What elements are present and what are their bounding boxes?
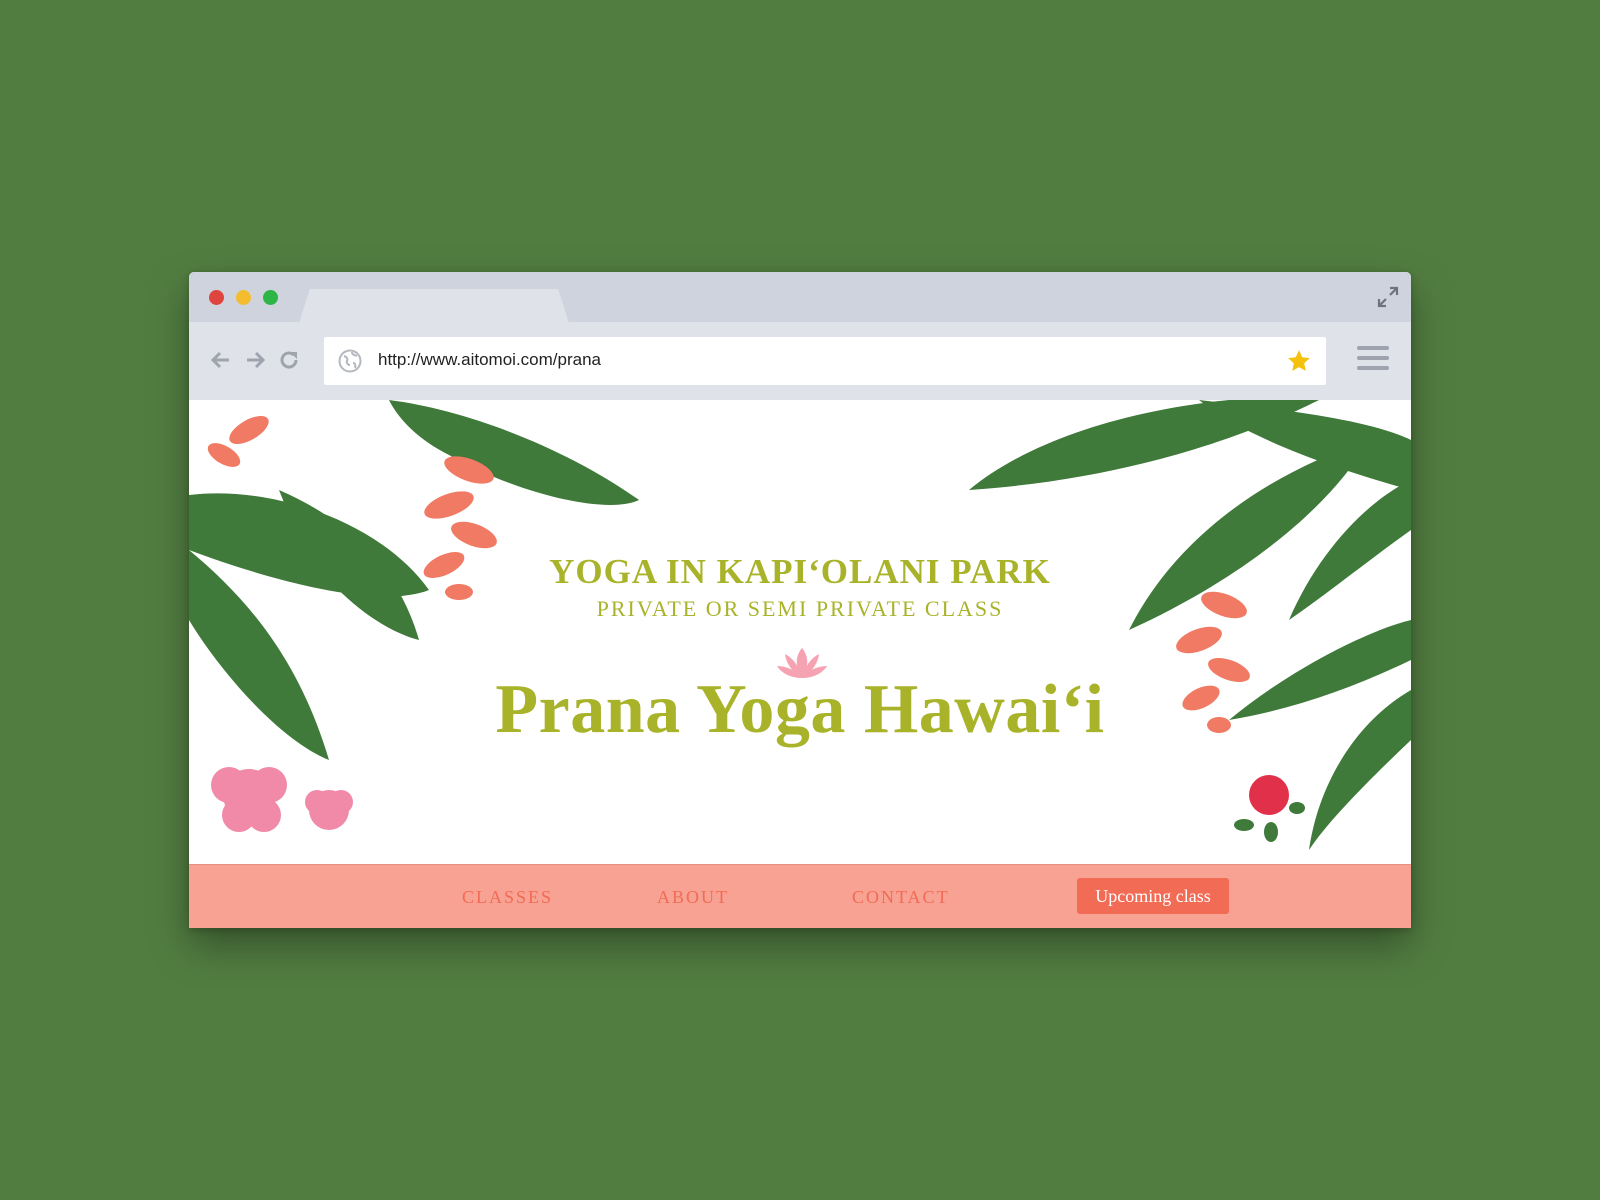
nav-contact-link[interactable]: CONTACT [852, 887, 950, 908]
star-icon[interactable] [1286, 348, 1312, 374]
site-navigation: CLASSES ABOUT CONTACT Upcoming class [189, 864, 1411, 928]
address-bar[interactable]: http://www.aitomoi.com/prana [324, 337, 1326, 385]
nav-about-link[interactable]: ABOUT [657, 887, 729, 908]
browser-window: http://www.aitomoi.com/prana YOGA IN KAP… [189, 272, 1411, 928]
hero-headline: YOGA IN KAPI‘OLANI PARK [549, 552, 1051, 591]
minimize-window-button[interactable] [236, 290, 251, 305]
active-tab[interactable] [299, 289, 569, 323]
url-text[interactable]: http://www.aitomoi.com/prana [378, 350, 601, 370]
ohia-lehua-flower-icon [1234, 775, 1305, 842]
banana-leaf-icon [189, 400, 1411, 850]
browser-toolbar: http://www.aitomoi.com/prana [189, 322, 1411, 400]
back-arrow-icon[interactable] [209, 348, 233, 372]
expand-icon[interactable] [1377, 286, 1399, 308]
reload-icon[interactable] [277, 348, 301, 372]
nav-classes-link[interactable]: CLASSES [462, 887, 553, 908]
forward-arrow-icon[interactable] [243, 348, 267, 372]
hibiscus-flower-icon [211, 767, 353, 832]
web-page: YOGA IN KAPI‘OLANI PARK PRIVATE OR SEMI … [189, 400, 1411, 928]
close-window-button[interactable] [209, 290, 224, 305]
tropical-foliage-illustration [189, 400, 1411, 850]
tab-bar [189, 272, 1411, 323]
hero-subheadline: PRIVATE OR SEMI PRIVATE CLASS [596, 596, 1004, 621]
upcoming-class-button[interactable]: Upcoming class [1077, 878, 1229, 914]
hamburger-menu-icon[interactable] [1357, 346, 1389, 376]
globe-icon [338, 349, 362, 373]
maximize-window-button[interactable] [263, 290, 278, 305]
brand-title: Prana Yoga Hawai‘i [495, 671, 1105, 748]
